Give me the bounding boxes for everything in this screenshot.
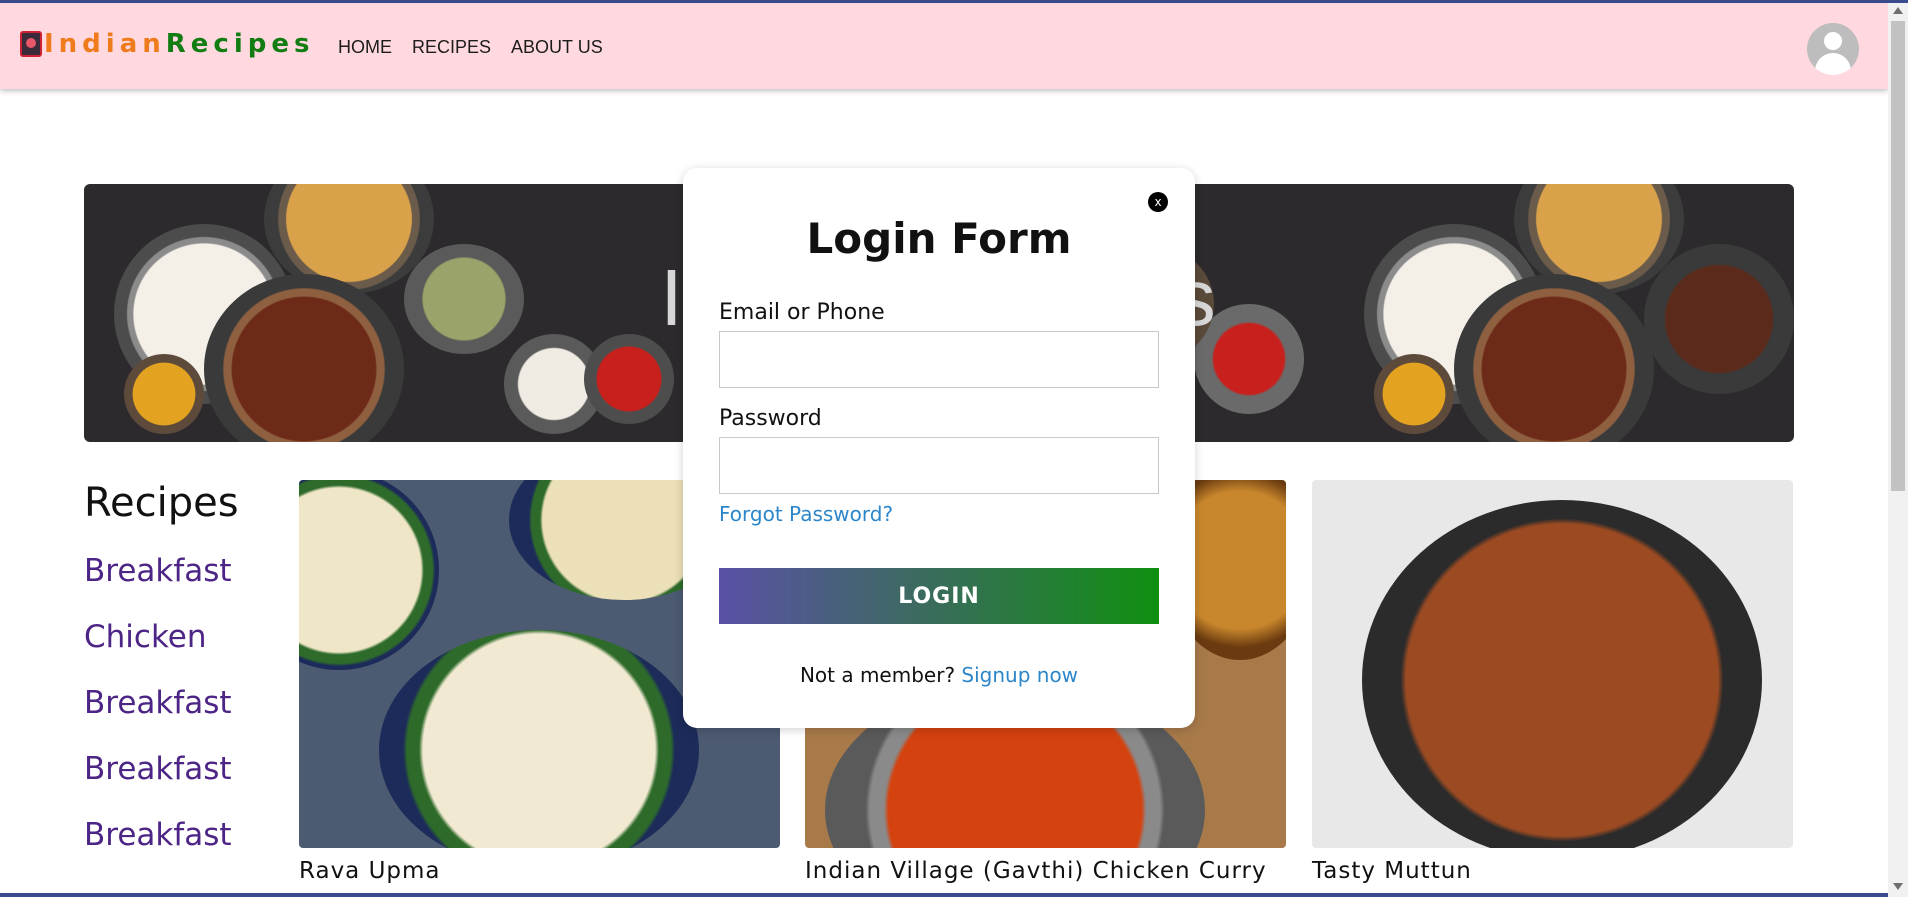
forgot-password-link[interactable]: Forgot Password? [719, 502, 893, 526]
nav-about-link[interactable]: ABOUT US [511, 37, 603, 58]
brand-logo-link[interactable]: IndianRecipes [20, 29, 314, 59]
password-field[interactable] [719, 437, 1159, 494]
sidebar-title: Recipes [84, 480, 239, 526]
sidebar-item-breakfast-4[interactable]: Breakfast [84, 802, 284, 868]
sidebar-item-chicken[interactable]: Chicken [84, 604, 284, 670]
recipe-card-tasty-muttun[interactable]: Tasty Muttun [1312, 480, 1793, 884]
recipe-title[interactable]: Tasty Muttun [1312, 858, 1793, 884]
banner-dish-dal [124, 354, 204, 434]
email-label: Email or Phone [719, 300, 885, 325]
recipe-title[interactable]: Indian Village (Gavthi) Chicken Curry [805, 858, 1286, 884]
email-field[interactable] [719, 331, 1159, 388]
recipe-categories-sidebar: Recipes Breakfast Chicken Breakfast Brea… [84, 480, 284, 868]
recipe-title[interactable]: Rava Upma [299, 858, 780, 884]
login-title: Login Form [806, 214, 1072, 263]
upma-plate-3 [379, 630, 699, 848]
banner-dish-right-dal [1374, 354, 1454, 434]
brand-name: IndianRecipes [44, 29, 314, 59]
password-label: Password [719, 406, 822, 431]
muttun-pan [1362, 500, 1762, 848]
login-button[interactable]: LOGIN [719, 568, 1159, 624]
scroll-up-arrow-icon[interactable] [1893, 7, 1903, 14]
brand-name-part2: Recipes [165, 29, 315, 59]
signup-link[interactable]: Signup now [961, 663, 1078, 687]
scroll-down-arrow-icon[interactable] [1893, 883, 1903, 890]
main-nav: HOME RECIPES ABOUT US [338, 37, 603, 58]
sidebar-item-breakfast[interactable]: Breakfast [84, 538, 284, 604]
bottom-border [0, 893, 1888, 897]
user-avatar-icon[interactable] [1807, 23, 1859, 75]
nav-home-link[interactable]: HOME [338, 37, 392, 58]
sidebar-item-breakfast-2[interactable]: Breakfast [84, 670, 284, 736]
avatar-body [1815, 53, 1851, 75]
banner-dish-sauce [584, 334, 674, 424]
sidebar-item-breakfast-3[interactable]: Breakfast [84, 736, 284, 802]
vertical-scrollbar[interactable] [1888, 3, 1908, 897]
brand-name-part1: Indian [44, 29, 166, 59]
not-member-text: Not a member? [799, 663, 956, 687]
cookbook-icon [20, 31, 42, 57]
nav-recipes-link[interactable]: RECIPES [412, 37, 491, 58]
signup-row: Not a member? Signup now [683, 663, 1195, 687]
navbar: IndianRecipes HOME RECIPES ABOUT US [0, 3, 1888, 89]
recipe-image-tasty-muttun[interactable] [1312, 480, 1793, 848]
avatar-head [1824, 32, 1842, 50]
scrollbar-thumb[interactable] [1891, 21, 1905, 491]
upma-plate-1 [299, 480, 439, 670]
close-icon[interactable]: x [1148, 192, 1168, 212]
login-modal: x Login Form Email or Phone Password For… [683, 168, 1195, 728]
